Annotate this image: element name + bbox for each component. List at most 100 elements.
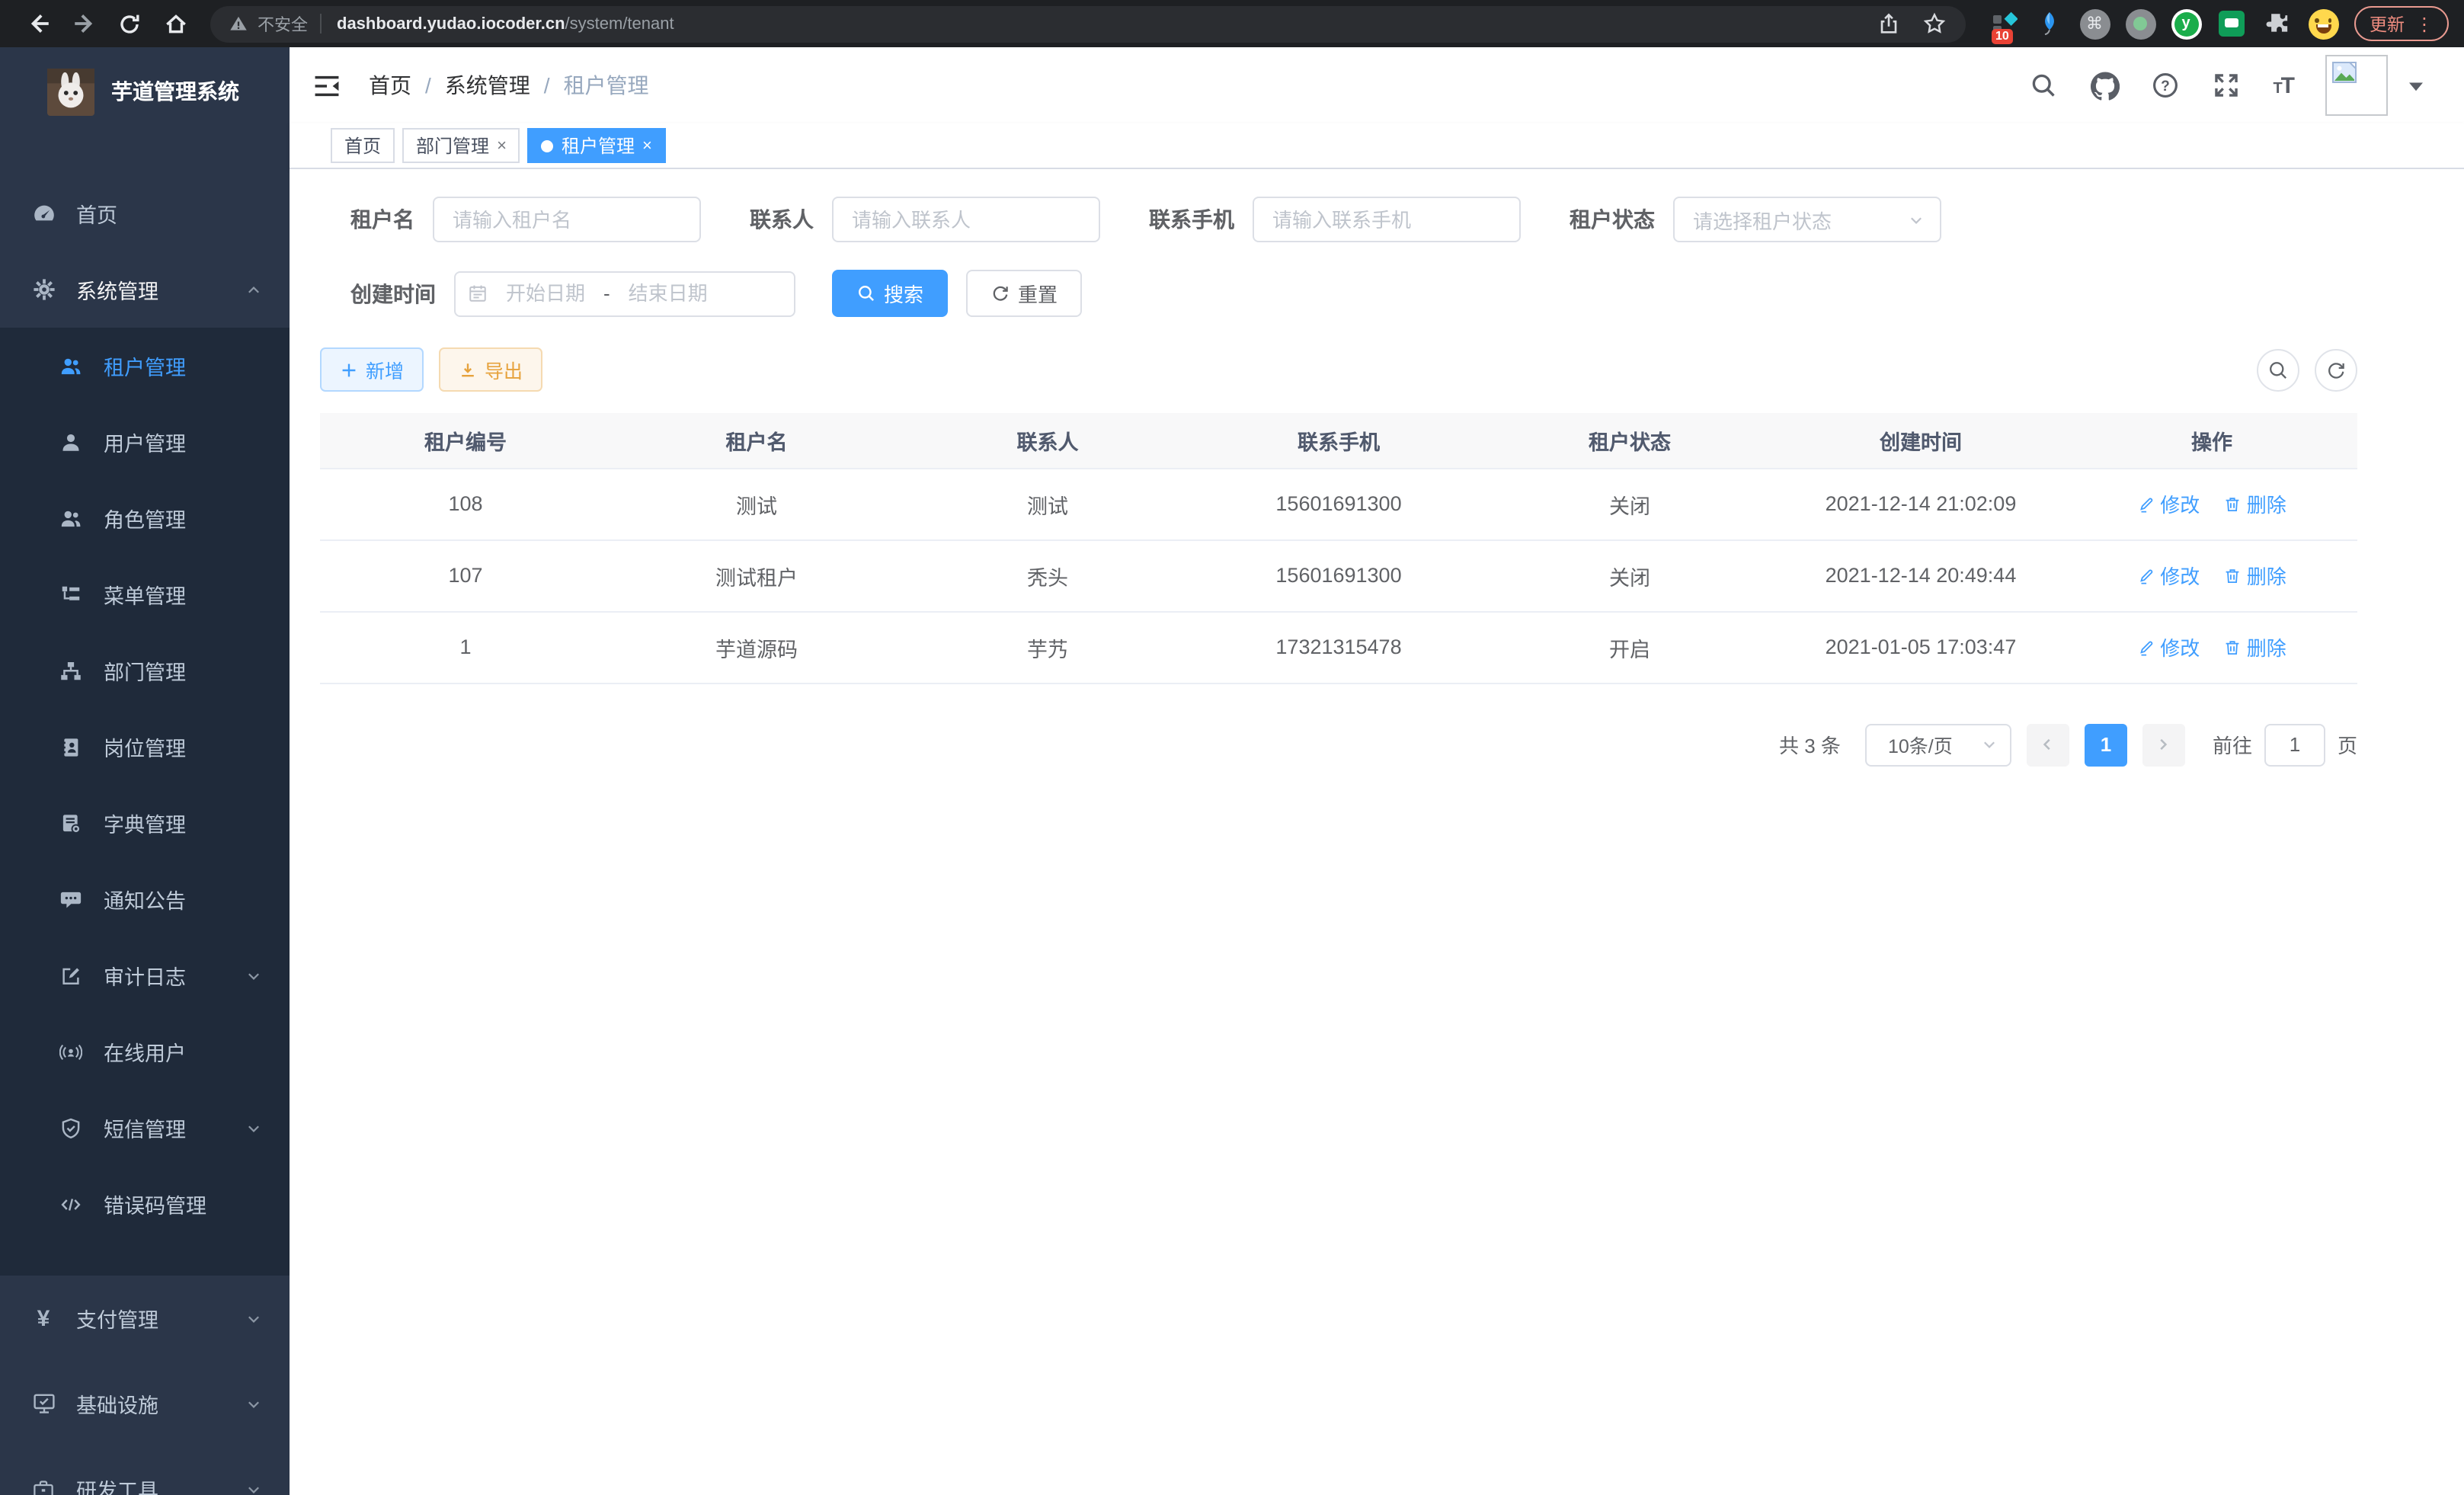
tags-view: 首页 部门管理 × 租户管理 × [290,123,2464,169]
close-icon[interactable]: × [642,136,652,155]
fullscreen-icon[interactable] [2212,71,2241,100]
page-1-button[interactable]: 1 [2085,723,2127,766]
header-search-icon[interactable] [2029,71,2058,100]
delete-link[interactable]: 删除 [2224,561,2286,590]
sidebar-item-dept[interactable]: 部门管理 [0,632,290,709]
page-size-select[interactable]: 10条/页 [1865,723,2011,766]
breadcrumb-current: 租户管理 [564,70,649,101]
sidebar-collapse-icon[interactable] [309,69,343,102]
search-button[interactable]: 搜索 [832,270,948,317]
close-icon[interactable]: × [497,136,507,155]
browser-forward-button[interactable] [67,7,101,40]
address-bar[interactable]: 不安全 dashboard.yudao.iocoder.cn /system/t… [210,5,1966,42]
tenant-name-label: 租户名 [350,204,414,235]
extension-chat-icon[interactable] [2216,8,2248,40]
tab-tenant[interactable]: 租户管理 × [528,128,666,163]
sidebar-item-sms[interactable]: 短信管理 [0,1090,290,1166]
export-button[interactable]: 导出 [439,347,542,392]
contact-input[interactable] [832,197,1100,242]
avatar[interactable] [2325,55,2388,116]
add-button[interactable]: 新增 [320,347,424,392]
extension-emoji-icon[interactable] [2307,8,2339,40]
next-page-button[interactable] [2142,723,2185,766]
extension-command-icon[interactable]: ⌘ [2078,8,2110,40]
extension-kite-icon[interactable] [2033,8,2065,40]
sidebar-item-menu[interactable]: 菜单管理 [0,556,290,632]
sidebar-item-home[interactable]: 首页 [0,175,290,251]
github-icon[interactable] [2090,71,2119,100]
calendar-icon [468,283,488,303]
browser-back-button[interactable] [21,7,55,40]
sidebar-item-dict[interactable]: 字典管理 [0,785,290,861]
refresh-table-button[interactable] [2315,348,2357,391]
share-icon[interactable] [1871,7,1905,40]
delete-link[interactable]: 删除 [2224,632,2286,661]
sidebar-item-post[interactable]: 岗位管理 [0,709,290,785]
help-icon[interactable]: ? [2151,71,2180,100]
extensions-puzzle-icon[interactable] [2261,8,2293,40]
sidebar-item-system[interactable]: 系统管理 [0,251,290,328]
sidebar-item-dev-tools[interactable]: 研发工具 [0,1446,290,1495]
chevron-down-icon [1908,211,1925,228]
sidebar-item-error-code[interactable]: 错误码管理 [0,1166,290,1242]
font-size-icon[interactable]: TT [2273,72,2293,98]
sidebar-item-online-user[interactable]: 在线用户 [0,1013,290,1090]
extension-badge: 10 [1992,29,2013,44]
goto-page-input[interactable] [2264,723,2325,766]
tab-dept[interactable]: 部门管理 × [402,128,520,163]
prev-page-button[interactable] [2027,723,2069,766]
url-path: /system/tenant [565,14,674,33]
url-host: dashboard.yudao.iocoder.cn [337,14,565,33]
security-label[interactable]: 不安全 [258,11,308,36]
col-mobile: 联系手机 [1193,413,1484,468]
browser-home-button[interactable] [158,7,192,40]
filter-row-1: 租户名 联系人 联系手机 租户状态 请选择租户状态 [350,197,2357,242]
chevron-down-icon [245,1119,262,1136]
user-icon [58,429,84,455]
refresh-icon [2325,359,2347,380]
sidebar-item-payment[interactable]: ¥ 支付管理 [0,1276,290,1361]
date-start-input[interactable] [497,280,594,306]
sidebar-item-infrastructure[interactable]: 基础设施 [0,1361,290,1446]
message-icon [58,886,84,912]
chevron-down-icon [245,1395,262,1412]
col-actions: 操作 [2066,413,2357,468]
table-row: 1 芋道源码 芋艿 17321315478 开启 2021-01-05 17:0… [320,611,2357,683]
extension-y-icon[interactable]: y [2170,8,2202,40]
date-end-input[interactable] [619,280,717,306]
sidebar-item-role[interactable]: 角色管理 [0,480,290,556]
app-logo: 芋道管理系统 [0,47,290,136]
breadcrumb-home[interactable]: 首页 [369,70,411,101]
extension-squares-icon[interactable]: 10 [1987,8,2019,40]
status-text: 开启 [1484,611,1775,683]
sidebar-item-tenant[interactable]: 租户管理 [0,328,290,404]
sidebar-item-audit-log[interactable]: 审计日志 [0,937,290,1013]
delete-link[interactable]: 删除 [2224,489,2286,518]
browser-reload-button[interactable] [113,7,146,40]
edit-link[interactable]: 修改 [2137,489,2200,518]
tenant-name-input[interactable] [433,197,701,242]
sidebar-item-user[interactable]: 用户管理 [0,404,290,480]
date-range-picker[interactable]: - [454,271,795,316]
reset-button[interactable]: 重置 [966,270,1082,317]
avatar-caret-icon[interactable] [2408,78,2424,92]
edit-link[interactable]: 修改 [2137,632,2200,661]
browser-update-button[interactable]: 更新 ⋮ [2354,6,2449,41]
sidebar-item-notice[interactable]: 通知公告 [0,861,290,937]
active-dot [542,139,554,152]
yen-icon: ¥ [30,1305,56,1331]
status-select[interactable]: 请选择租户状态 [1673,197,1941,242]
edit-note-icon [58,962,84,988]
table-toolbar: 新增 导出 [320,347,2357,392]
toggle-search-button[interactable] [2257,348,2299,391]
sidebar-menu: 首页 系统管理 租户管理 [0,136,290,1495]
edit-link[interactable]: 修改 [2137,561,2200,590]
mobile-input[interactable] [1253,197,1521,242]
badge-icon [58,734,84,760]
chevron-up-icon [245,281,262,298]
extension-dot-icon[interactable] [2124,8,2156,40]
tab-home[interactable]: 首页 [331,128,395,163]
bookmark-star-icon[interactable] [1917,7,1950,40]
browser-menu-icon[interactable]: ⋮ [2415,13,2434,34]
breadcrumb-section[interactable]: 系统管理 [445,70,530,101]
